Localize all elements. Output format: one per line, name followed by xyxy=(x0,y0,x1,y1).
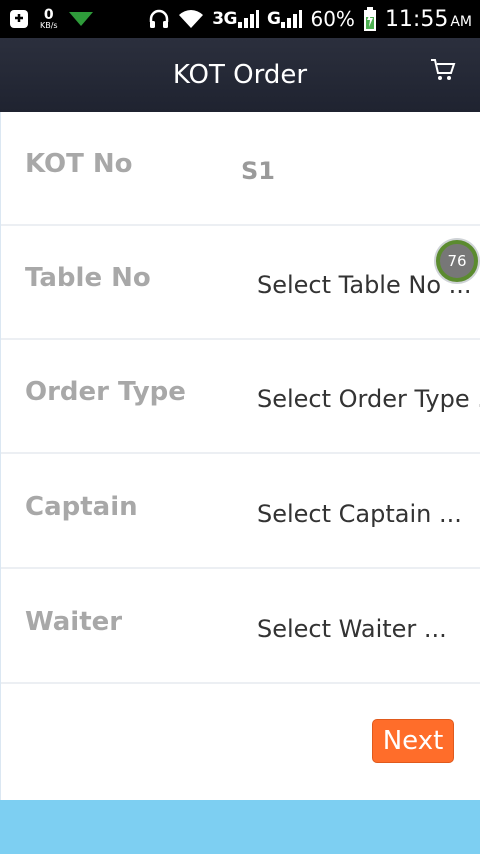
kot-order-form: KOT No S1 Table No Select Table No ... O… xyxy=(0,112,480,800)
order-type-label: Order Type xyxy=(25,377,186,407)
next-button[interactable]: Next xyxy=(372,719,454,763)
bottom-bar xyxy=(0,800,480,854)
kot-no-label: KOT No xyxy=(25,149,133,179)
waiter-label: Waiter xyxy=(25,607,123,637)
wifi-icon xyxy=(178,8,204,30)
cart-button[interactable] xyxy=(430,58,456,82)
table-no-label: Table No xyxy=(25,263,151,293)
captain-row[interactable]: Captain Select Captain ... xyxy=(1,455,480,569)
captain-select[interactable]: Select Captain ... xyxy=(257,500,480,528)
kot-no-value: S1 xyxy=(241,157,275,185)
download-notification-icon xyxy=(8,8,30,30)
signal-3g-icon: 3G xyxy=(212,9,260,29)
signal-g-icon: G xyxy=(267,9,303,29)
cart-icon xyxy=(431,59,456,80)
waiter-select[interactable]: Select Waiter ... xyxy=(257,615,480,643)
battery-charging-icon xyxy=(363,7,377,31)
clock: 11:55 AM xyxy=(384,6,472,32)
floating-counter-badge[interactable]: 76 xyxy=(436,240,478,282)
app-header: KOT Order xyxy=(0,38,480,112)
page-title: KOT Order xyxy=(172,60,308,90)
captain-label: Captain xyxy=(25,492,138,522)
table-no-row[interactable]: Table No Select Table No ... xyxy=(1,226,480,340)
headphones-icon xyxy=(148,8,170,30)
network-speed: 0 KB/s xyxy=(40,7,58,30)
order-type-row[interactable]: Order Type Select Order Type ... xyxy=(1,340,480,454)
status-bar: 0 KB/s 3G G 60% 11:55 AM xyxy=(0,0,480,38)
kot-no-row: KOT No S1 xyxy=(1,112,480,226)
battery-percent: 60% xyxy=(310,7,355,31)
app-notification-icon xyxy=(68,10,94,28)
order-type-select[interactable]: Select Order Type ... xyxy=(257,385,480,413)
waiter-row[interactable]: Waiter Select Waiter ... xyxy=(1,570,480,684)
